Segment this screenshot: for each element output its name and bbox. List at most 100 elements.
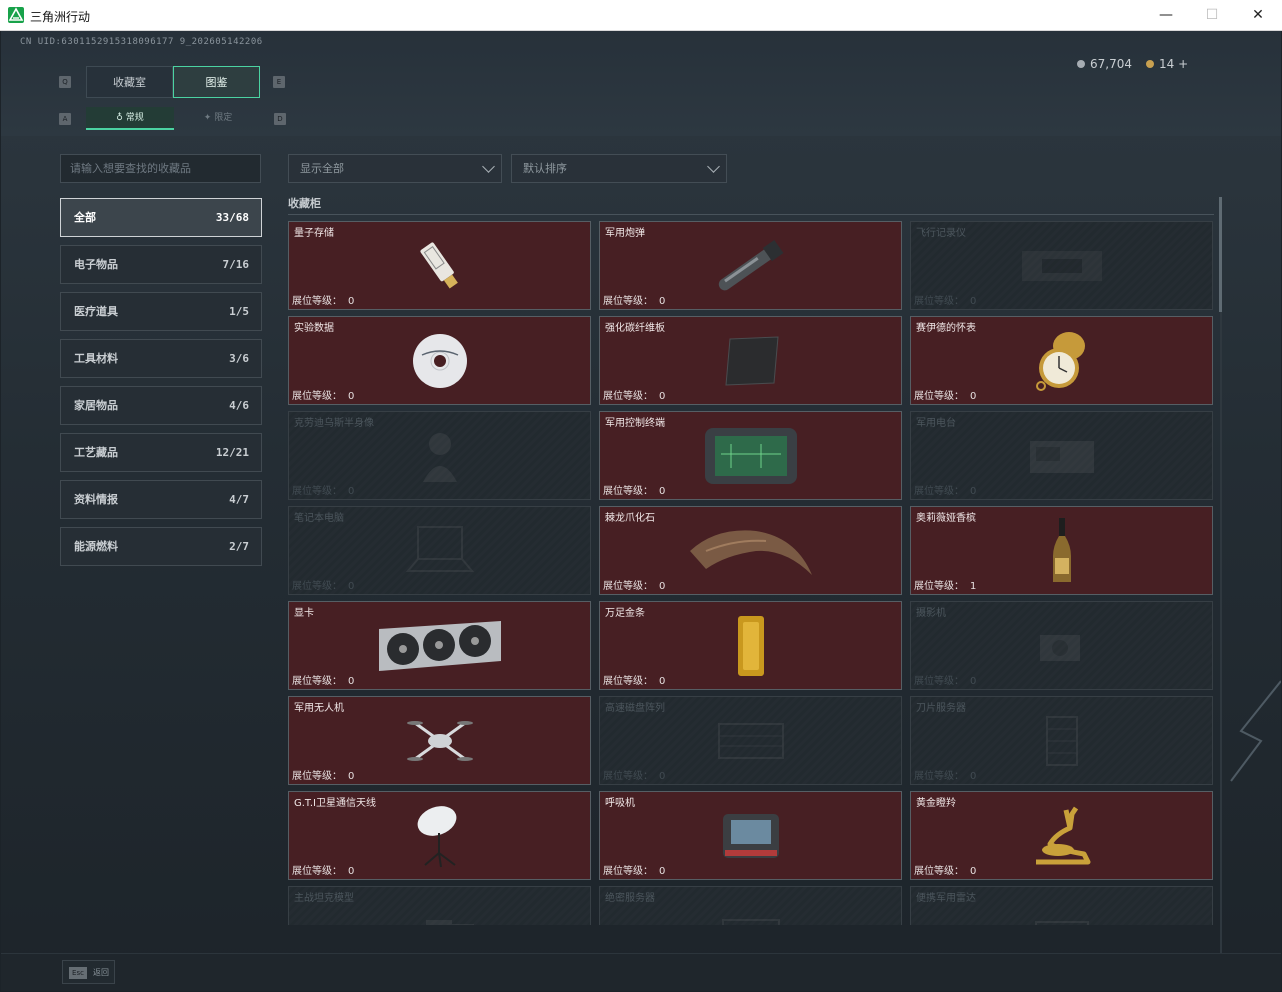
item-card[interactable]: 实验数据 展位等级： 0 [288,316,591,405]
level-label: 展位等级： [914,771,964,782]
item-name: 军用电台 [916,418,956,429]
category-medical[interactable]: 医疗道具 1/5 [60,292,262,331]
category-label: 电子物品 [74,258,118,271]
maximize-button[interactable]: ☐ [1189,0,1235,31]
subtab-limited[interactable]: ✦ 限定 [174,107,262,130]
category-crafts[interactable]: 工艺藏品 12/21 [60,433,262,472]
item-card[interactable]: 棘龙爪化石 展位等级： 0 [599,506,902,595]
category-count: 2/7 [229,540,249,553]
item-card[interactable]: 万足金条 展位等级： 0 [599,601,902,690]
key-hint-e: E [273,76,285,88]
item-name: 笔记本电脑 [294,513,344,524]
chevron-down-icon [707,160,720,173]
item-card-locked[interactable]: 刀片服务器 展位等级： 0 [910,696,1213,785]
back-button[interactable]: Esc 返回 [62,960,115,984]
key-hint-d: D [274,113,286,125]
item-card-locked[interactable]: 绝密服务器 展位等级： [599,886,902,925]
key-hint-a: A [59,113,71,125]
subtab-regular-label: 常规 [125,113,144,123]
tab-codex[interactable]: 图鉴 [173,66,260,98]
sort-dropdown[interactable]: 默认排序 [511,154,727,183]
item-card-locked[interactable]: 克劳迪乌斯半身像 展位等级： 0 [288,411,591,500]
usb-drive-icon [419,242,458,289]
item-card[interactable]: G.T.I卫星通信天线 展位等级： 0 [288,791,591,880]
display-filter-dropdown[interactable]: 显示全部 [288,154,502,183]
category-all[interactable]: 全部 33/68 [60,198,262,237]
item-card-locked[interactable]: 笔记本电脑 展位等级： 0 [288,506,591,595]
category-intel[interactable]: 资料情报 4/7 [60,480,262,519]
item-name: 刀片服务器 [916,703,966,714]
footer-bar [1,953,1281,991]
level-value: 0 [970,391,977,402]
item-name: 呼吸机 [605,798,635,809]
category-electronics[interactable]: 电子物品 7/16 [60,245,262,284]
regular-icon: ♁ [116,113,126,123]
level-label: 展位等级： [292,391,342,402]
item-card-locked[interactable]: 飞行记录仪 展位等级： 0 [910,221,1213,310]
tab-collection-room[interactable]: 收藏室 [86,66,173,98]
gold-balance: 14 + [1146,57,1188,71]
level-value: 0 [348,866,355,877]
item-card-locked[interactable]: 军用电台 展位等级： 0 [910,411,1213,500]
category-label: 资料情报 [74,493,118,506]
background-decoration [1230,680,1281,782]
subtab-regular[interactable]: ♁ 常规 [86,107,174,130]
silver-balance: 67,704 [1077,57,1132,71]
item-name: 强化碳纤维板 [605,323,665,334]
claw-fossil-icon [689,529,812,575]
search-input[interactable] [60,154,261,183]
minimize-button[interactable]: — [1143,0,1189,31]
item-card[interactable]: 量子存储 展位等级： 0 [288,221,591,310]
section-title: 收藏柜 [288,197,321,210]
item-card[interactable]: 显卡 展位等级： 0 [288,601,591,690]
display-level: 展位等级： 0 [292,577,354,592]
category-label: 能源燃料 [74,540,118,553]
item-card-locked[interactable]: 便携军用雷达 展位等级： [910,886,1213,925]
item-card[interactable]: 军用无人机 展位等级： 0 [288,696,591,785]
level-value: 0 [659,296,666,307]
category-count: 1/5 [229,305,249,318]
chevron-down-icon [482,160,495,173]
limited-icon: ✦ [203,113,215,123]
golden-gazelle-icon [1035,806,1090,864]
category-energy[interactable]: 能源燃料 2/7 [60,527,262,566]
level-label: 展位等级： [603,866,653,877]
level-label: 展位等级： [292,676,342,687]
laptop-icon [405,525,474,572]
close-button[interactable]: ✕ [1235,0,1281,31]
level-value: 0 [659,866,666,877]
item-card[interactable]: 赛伊德的怀表 展位等级： 0 [910,316,1213,405]
level-label: 展位等级： [292,581,342,592]
sort-value: 默认排序 [523,162,567,175]
item-name: 克劳迪乌斯半身像 [294,418,374,429]
item-card[interactable]: 军用控制终端 展位等级： 0 [599,411,902,500]
item-card-locked[interactable]: 摄影机 展位等级： 0 [910,601,1213,690]
blade-server-icon [1045,715,1078,766]
display-level: 展位等级： 0 [914,292,976,307]
item-name: 量子存储 [294,228,334,239]
display-level: 展位等级： 0 [292,862,354,877]
level-label: 展位等级： [292,486,342,497]
display-level: 展位等级： 0 [914,767,976,782]
champagne-icon [1052,517,1071,582]
disc-icon [412,333,467,388]
add-currency-button[interactable]: + [1178,57,1188,71]
level-value: 0 [659,486,666,497]
item-card[interactable]: 奥莉薇娅香槟 展位等级： 1 [910,506,1213,595]
display-level: 展位等级： 0 [292,387,354,402]
category-list: 全部 33/68 电子物品 7/16 医疗道具 1/5 工具材料 3/6 家居物品 4/6… [60,198,262,574]
scrollbar-thumb[interactable] [1219,197,1222,312]
item-card-locked[interactable]: 主战坦克模型 展位等级： [288,886,591,925]
category-household[interactable]: 家居物品 4/6 [60,386,262,425]
display-level: 展位等级： 0 [603,862,665,877]
item-card[interactable]: 军用炮弹 展位等级： 0 [599,221,902,310]
item-card-locked[interactable]: 高速磁盘阵列 展位等级： 0 [599,696,902,785]
item-card[interactable]: 黄金瞪羚 展位等级： 0 [910,791,1213,880]
item-card[interactable]: 强化碳纤维板 展位等级： 0 [599,316,902,405]
item-card[interactable]: 呼吸机 展位等级： 0 [599,791,902,880]
category-tools[interactable]: 工具材料 3/6 [60,339,262,378]
display-level: 展位等级： 0 [914,862,976,877]
silver-coin-icon [1077,60,1085,68]
gold-bar-icon [737,615,764,676]
bust-icon [422,432,457,482]
